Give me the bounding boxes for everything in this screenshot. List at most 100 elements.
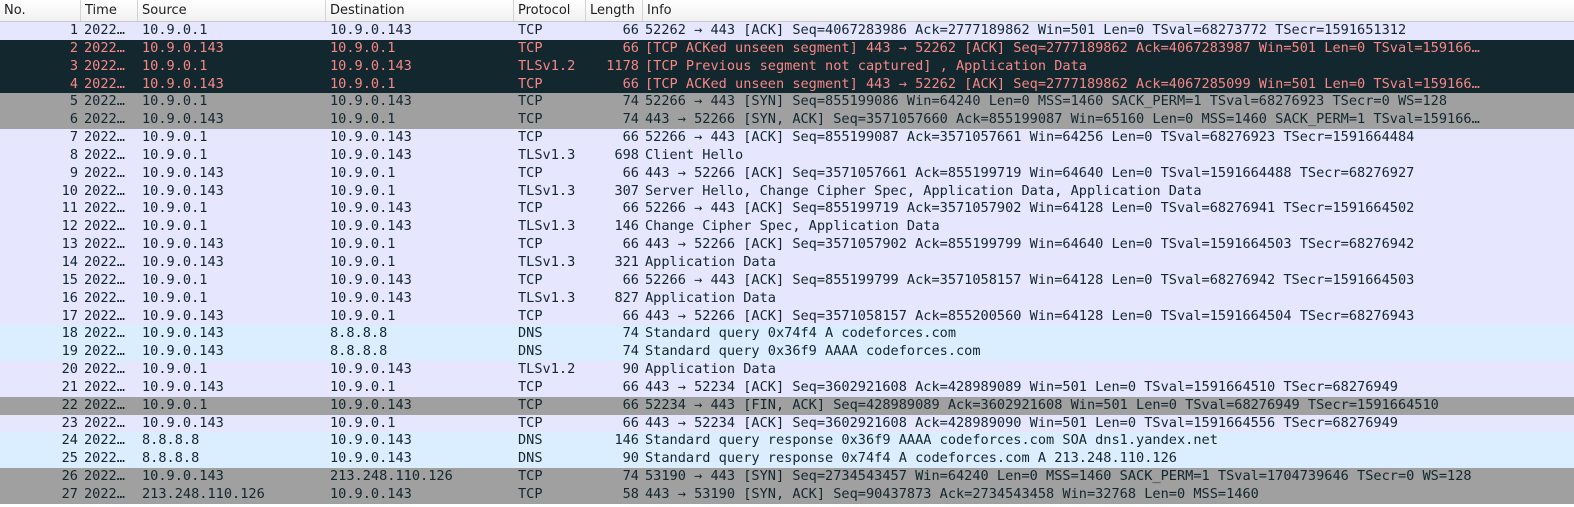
packet-row[interactable]: 24 2022… 8.8.8.8 10.9.0.143 DNS 146 Standard q… — [0, 432, 1574, 451]
packet-time: 2022… — [84, 39, 125, 56]
packet-destination: 10.9.0.1 — [330, 236, 396, 253]
packet-info: 52266 → 443 [ACK] Seq=855199799 Ack=3571… — [645, 271, 1415, 288]
packet-destination: 10.9.0.143 — [330, 289, 412, 306]
packet-length: 66 — [622, 129, 639, 146]
packet-row[interactable]: 6 2022… 10.9.0.143 10.9.0.1 TCP 74 443 → 52266… — [0, 111, 1574, 130]
packet-no: 24 — [61, 432, 78, 449]
packet-info: 443 → 53190 [SYN, ACK] Seq=90437873 Ack=… — [645, 485, 1259, 502]
packet-row[interactable]: 22 2022… 10.9.0.1 10.9.0.143 TCP 66 52234 → 44… — [0, 396, 1574, 415]
packet-length: 66 — [622, 307, 639, 324]
packet-length: 74 — [622, 111, 639, 128]
packet-info: Standard query 0x36f9 AAAA codeforces.co… — [645, 343, 981, 360]
packet-no: 19 — [61, 343, 78, 360]
packet-source: 10.9.0.1 — [142, 361, 208, 378]
packet-no: 13 — [61, 236, 78, 253]
packet-length: 321 — [614, 253, 639, 270]
packet-source: 10.9.0.143 — [142, 111, 224, 128]
packet-length: 66 — [622, 200, 639, 217]
packet-row[interactable]: 7 2022… 10.9.0.1 10.9.0.143 TCP 66 52266 → 443… — [0, 129, 1574, 147]
packet-row[interactable]: 8 2022… 10.9.0.1 10.9.0.143 TLSv1.3 698 Client… — [0, 146, 1574, 165]
packet-protocol: TCP — [518, 129, 543, 146]
packet-destination: 10.9.0.1 — [330, 182, 396, 199]
column-header-info[interactable]: Info — [643, 0, 1574, 21]
packet-row[interactable]: 5 2022… 10.9.0.1 10.9.0.143 TCP 74 52266 → 443… — [0, 93, 1574, 112]
packet-length: 1178 — [606, 57, 639, 74]
packet-row[interactable]: 27 2022… 213.248.110.126 10.9.0.143 TCP 58 443… — [0, 485, 1574, 504]
packet-time: 2022… — [84, 218, 125, 235]
packet-time: 2022… — [84, 271, 125, 288]
packet-info: 53190 → 443 [SYN] Seq=2734543457 Win=642… — [645, 468, 1472, 485]
packet-info: Application Data — [645, 253, 776, 270]
packet-info: Application Data — [645, 361, 776, 378]
packet-row[interactable]: 1 2022… 10.9.0.1 10.9.0.143 TCP 66 52262 → 443… — [0, 22, 1574, 40]
packet-time: 2022… — [84, 164, 125, 181]
packet-row[interactable]: 25 2022… 8.8.8.8 10.9.0.143 DNS 90 Standard qu… — [0, 450, 1574, 469]
packet-source: 10.9.0.143 — [142, 164, 224, 181]
packet-row[interactable]: 19 2022… 10.9.0.143 8.8.8.8 DNS 74 Standard qu… — [0, 343, 1574, 362]
packet-source: 10.9.0.143 — [142, 307, 224, 324]
packet-no: 21 — [61, 378, 78, 395]
packet-source: 10.9.0.1 — [142, 146, 208, 163]
packet-time: 2022… — [84, 396, 125, 413]
packet-row[interactable]: 15 2022… 10.9.0.1 10.9.0.143 TCP 66 52266 → 44… — [0, 271, 1574, 290]
packet-row[interactable]: 13 2022… 10.9.0.143 10.9.0.1 TCP 66 443 → 5226… — [0, 236, 1574, 254]
packet-protocol: TLSv1.3 — [518, 253, 576, 270]
packet-row[interactable]: 9 2022… 10.9.0.143 10.9.0.1 TCP 66 443 → 52266… — [0, 164, 1574, 183]
packet-time: 2022… — [84, 414, 125, 431]
packet-source: 10.9.0.143 — [142, 378, 224, 395]
packet-row[interactable]: 2 2022… 10.9.0.143 10.9.0.1 TCP 66 [TCP ACKed … — [0, 39, 1574, 58]
packet-no: 5 — [69, 93, 78, 110]
packet-row[interactable]: 12 2022… 10.9.0.1 10.9.0.143 TLSv1.3 146 Chang… — [0, 218, 1574, 237]
packet-source: 10.9.0.143 — [142, 182, 224, 199]
packet-time: 2022… — [84, 129, 125, 146]
packet-length: 90 — [622, 450, 639, 467]
column-header-source[interactable]: Source — [138, 0, 326, 21]
packet-row[interactable]: 26 2022… 10.9.0.143 213.248.110.126 TCP 74 531… — [0, 468, 1574, 486]
packet-no: 1 — [69, 22, 78, 38]
packet-protocol: TCP — [518, 39, 543, 56]
packet-row[interactable]: 10 2022… 10.9.0.143 10.9.0.1 TLSv1.3 307 Serve… — [0, 182, 1574, 201]
packet-time: 2022… — [84, 307, 125, 324]
packet-no: 4 — [69, 75, 78, 92]
packet-length: 698 — [614, 146, 639, 163]
packet-info: 52266 → 443 [SYN] Seq=855199086 Win=6424… — [645, 93, 1448, 110]
packet-source: 10.9.0.1 — [142, 129, 208, 146]
column-header-destination[interactable]: Destination — [326, 0, 514, 21]
packet-row[interactable]: 14 2022… 10.9.0.143 10.9.0.1 TLSv1.3 321 Appli… — [0, 253, 1574, 272]
packet-length: 307 — [614, 182, 639, 199]
packet-row[interactable]: 3 2022… 10.9.0.1 10.9.0.143 TLSv1.2 1178 [TCP … — [0, 57, 1574, 76]
column-header-protocol[interactable]: Protocol — [514, 0, 586, 21]
column-header-length[interactable]: Length — [586, 0, 643, 21]
packet-protocol: TLSv1.3 — [518, 146, 576, 163]
packet-row[interactable]: 4 2022… 10.9.0.143 10.9.0.1 TCP 66 [TCP ACKed … — [0, 75, 1574, 94]
packet-row[interactable]: 17 2022… 10.9.0.143 10.9.0.1 TCP 66 443 → 5226… — [0, 307, 1574, 326]
column-header-time[interactable]: Time — [81, 0, 138, 21]
packet-no: 20 — [61, 361, 78, 378]
packet-row[interactable]: 18 2022… 10.9.0.143 8.8.8.8 DNS 74 Standard qu… — [0, 325, 1574, 344]
packet-source: 10.9.0.1 — [142, 200, 208, 217]
packet-no: 23 — [61, 414, 78, 431]
packet-destination: 10.9.0.143 — [330, 432, 412, 449]
packet-row[interactable]: 11 2022… 10.9.0.1 10.9.0.143 TCP 66 52266 → 44… — [0, 200, 1574, 219]
packet-row[interactable]: 23 2022… 10.9.0.143 10.9.0.1 TCP 66 443 → 5223… — [0, 414, 1574, 433]
packet-time: 2022… — [84, 450, 125, 467]
packet-source: 10.9.0.143 — [142, 253, 224, 270]
packet-protocol: TCP — [518, 307, 543, 324]
packet-destination: 10.9.0.143 — [330, 93, 412, 110]
packet-source: 8.8.8.8 — [142, 450, 200, 467]
packet-row[interactable]: 16 2022… 10.9.0.1 10.9.0.143 TLSv1.3 827 Appli… — [0, 289, 1574, 308]
packet-row[interactable]: 20 2022… 10.9.0.1 10.9.0.143 TLSv1.2 90 Applic… — [0, 361, 1574, 379]
packet-destination: 10.9.0.143 — [330, 22, 412, 38]
packet-protocol: TCP — [518, 164, 543, 181]
column-header-no[interactable]: No. — [0, 0, 81, 21]
packet-row[interactable]: 21 2022… 10.9.0.143 10.9.0.1 TCP 66 443 → 5223… — [0, 378, 1574, 397]
packet-protocol: TCP — [518, 271, 543, 288]
packet-destination: 10.9.0.143 — [330, 218, 412, 235]
packet-no: 9 — [69, 164, 78, 181]
packet-time: 2022… — [84, 289, 125, 306]
packet-length: 66 — [622, 271, 639, 288]
packet-time: 2022… — [84, 200, 125, 217]
packet-protocol: DNS — [518, 450, 543, 467]
packet-time: 2022… — [84, 146, 125, 163]
packet-length: 74 — [622, 343, 639, 360]
